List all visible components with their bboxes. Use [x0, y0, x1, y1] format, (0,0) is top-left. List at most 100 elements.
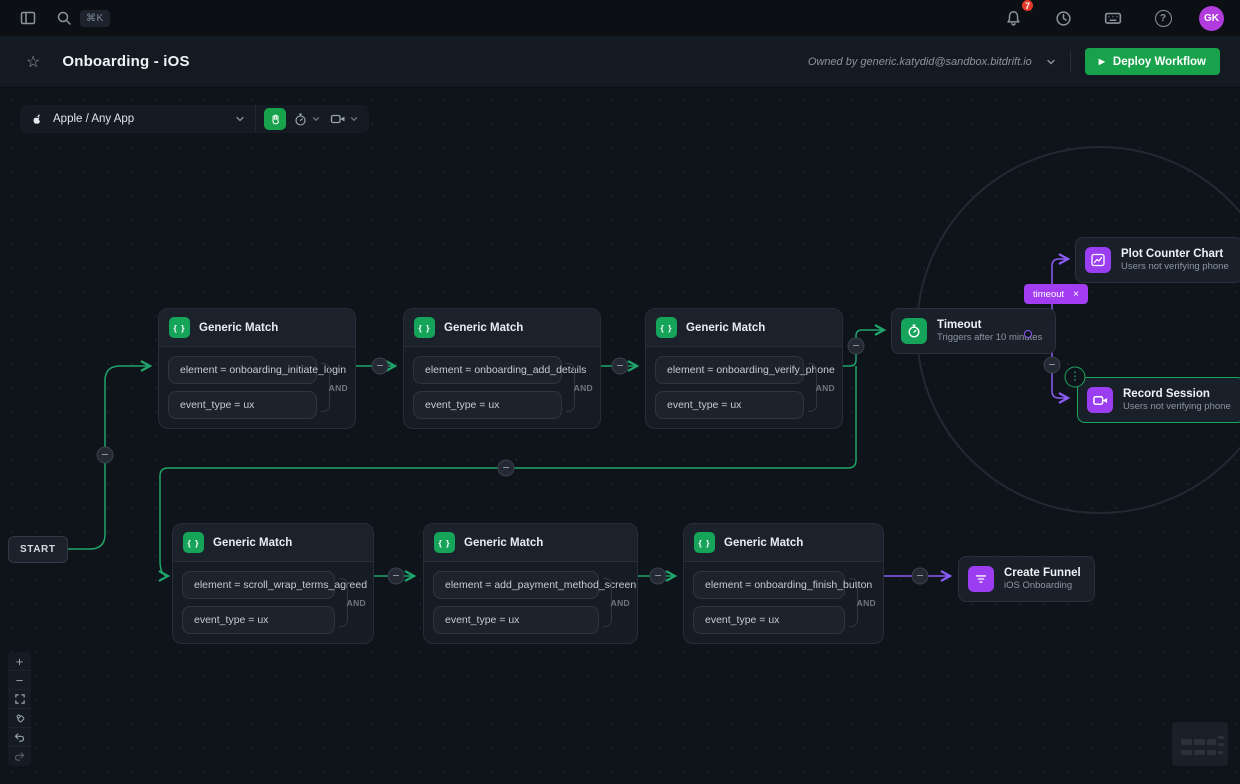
edge-collapse-button[interactable]: −	[650, 568, 667, 585]
undo-icon	[13, 731, 26, 744]
match-node-5[interactable]: { } Generic Match element = add_payment_…	[423, 523, 638, 644]
minimap-node	[1194, 739, 1205, 745]
and-label: AND	[329, 383, 348, 393]
node-title: Generic Match	[199, 322, 278, 334]
match-node-1[interactable]: { } Generic Match element = onboarding_i…	[158, 308, 356, 429]
search-button[interactable]	[50, 4, 78, 32]
undo-button[interactable]	[8, 728, 31, 747]
funnel-icon	[974, 572, 988, 586]
condition-pill[interactable]: event_type = ux	[693, 606, 845, 634]
condition-pill[interactable]: event_type = ux	[168, 391, 317, 419]
workflow-title: Onboarding - iOS	[62, 53, 189, 70]
hand-icon	[269, 113, 282, 126]
braces-icon: { }	[183, 532, 204, 553]
keyboard-icon	[1104, 9, 1122, 27]
braces-icon: { }	[434, 532, 455, 553]
video-camera-icon	[1092, 393, 1109, 408]
minimap-node	[1207, 750, 1216, 755]
edge-collapse-button[interactable]: −	[612, 358, 629, 375]
header-divider	[1070, 51, 1071, 73]
start-node[interactable]: START	[8, 536, 68, 563]
minimap-node	[1218, 736, 1224, 739]
sidebar-toggle-button[interactable]	[14, 4, 42, 32]
fit-view-button[interactable]	[8, 690, 31, 709]
plot-counter-chart-node[interactable]: Plot Counter Chart Users not verifying p…	[1075, 237, 1240, 283]
condition-pill[interactable]: element = onboarding_finish_button	[693, 571, 845, 599]
node-title: Generic Match	[213, 537, 292, 549]
app-selector-label: Apple / Any App	[53, 113, 226, 125]
remove-timeout-icon[interactable]: ×	[1073, 289, 1079, 300]
edge-collapse-button[interactable]: −	[388, 568, 405, 585]
lock-icon	[11, 710, 28, 727]
timer-chevron-icon	[311, 114, 321, 124]
workflow-header: ☆ Onboarding - iOS Owned by generic.katy…	[0, 36, 1240, 88]
condition-pill[interactable]: element = onboarding_initiate_login	[168, 356, 317, 384]
node-menu-button[interactable]: ⋮	[1065, 367, 1086, 388]
and-label: AND	[347, 598, 366, 608]
node-subtitle: Users not verifying phone	[1123, 401, 1231, 413]
notifications-button[interactable]: 7	[999, 4, 1027, 32]
condition-pill[interactable]: element = onboarding_add_details	[413, 356, 562, 384]
minimap[interactable]	[1172, 722, 1228, 766]
apple-icon	[30, 112, 44, 127]
zoom-in-button[interactable]: +	[8, 652, 31, 671]
match-node-4[interactable]: { } Generic Match element = scroll_wrap_…	[172, 523, 374, 644]
match-node-3[interactable]: { } Generic Match element = onboarding_v…	[645, 308, 843, 429]
create-funnel-node[interactable]: Create Funnel iOS Onboarding	[958, 556, 1095, 602]
edge-collapse-button[interactable]: −	[1044, 357, 1061, 374]
node-title: Generic Match	[724, 537, 803, 549]
edge-collapse-button[interactable]: −	[912, 568, 929, 585]
braces-icon: { }	[414, 317, 435, 338]
match-node-2[interactable]: { } Generic Match element = onboarding_a…	[403, 308, 601, 429]
condition-pill[interactable]: element = scroll_wrap_terms_agreed	[182, 571, 335, 599]
shortcuts-button[interactable]	[1099, 4, 1127, 32]
history-button[interactable]	[1049, 4, 1077, 32]
deploy-workflow-button[interactable]: ▶ Deploy Workflow	[1085, 48, 1220, 75]
bell-icon	[1005, 10, 1022, 27]
sidebar-icon	[20, 10, 36, 26]
workflow-canvas[interactable]	[0, 88, 1240, 784]
record-tool-button[interactable]	[328, 110, 361, 128]
minimap-node	[1218, 751, 1223, 754]
user-avatar[interactable]: GK	[1199, 6, 1224, 31]
condition-pill[interactable]: event_type = ux	[182, 606, 335, 634]
condition-pill[interactable]: event_type = ux	[433, 606, 599, 634]
node-subtitle: Users not verifying phone	[1121, 261, 1229, 273]
pan-tool-button[interactable]	[264, 108, 286, 130]
node-title: Generic Match	[686, 322, 765, 334]
and-label: AND	[574, 383, 593, 393]
record-session-node[interactable]: Record Session Users not verifying phone	[1077, 377, 1240, 423]
timeout-output-port[interactable]	[1024, 330, 1032, 338]
app-selector-dropdown[interactable]: Apple / Any App	[20, 112, 255, 127]
and-label: AND	[816, 383, 835, 393]
stopwatch-icon	[906, 323, 922, 339]
owner-chevron-down-icon[interactable]	[1046, 57, 1056, 67]
lock-button[interactable]	[8, 709, 31, 728]
edge-collapse-button[interactable]: −	[97, 447, 114, 464]
edge-collapse-button[interactable]: −	[848, 338, 865, 355]
edge-collapse-button[interactable]: −	[372, 358, 389, 375]
video-camera-icon	[330, 112, 346, 126]
braces-icon: { }	[694, 532, 715, 553]
condition-pill[interactable]: event_type = ux	[655, 391, 804, 419]
favorite-star-icon[interactable]: ☆	[26, 52, 40, 72]
condition-pill[interactable]: event_type = ux	[413, 391, 562, 419]
condition-pill[interactable]: element = add_payment_method_screen	[433, 571, 599, 599]
edge-collapse-button[interactable]: −	[498, 460, 515, 477]
redo-icon	[13, 750, 26, 763]
condition-pill[interactable]: element = onboarding_verify_phone	[655, 356, 804, 384]
node-title: Generic Match	[464, 537, 543, 549]
zoom-out-button[interactable]: −	[8, 671, 31, 690]
canvas-controls: + −	[8, 652, 31, 766]
help-icon: ?	[1155, 10, 1172, 27]
braces-icon: { }	[169, 317, 190, 338]
chart-icon	[1090, 252, 1106, 268]
clock-icon	[1055, 10, 1072, 27]
timer-tool-button[interactable]	[291, 110, 323, 129]
redo-button[interactable]	[8, 747, 31, 766]
minimap-node	[1181, 739, 1192, 745]
help-button[interactable]: ?	[1149, 4, 1177, 32]
workflow-editor: ⌘K 7	[0, 0, 1240, 784]
timeout-edge-badge[interactable]: timeout ×	[1024, 284, 1088, 304]
match-node-6[interactable]: { } Generic Match element = onboarding_f…	[683, 523, 884, 644]
